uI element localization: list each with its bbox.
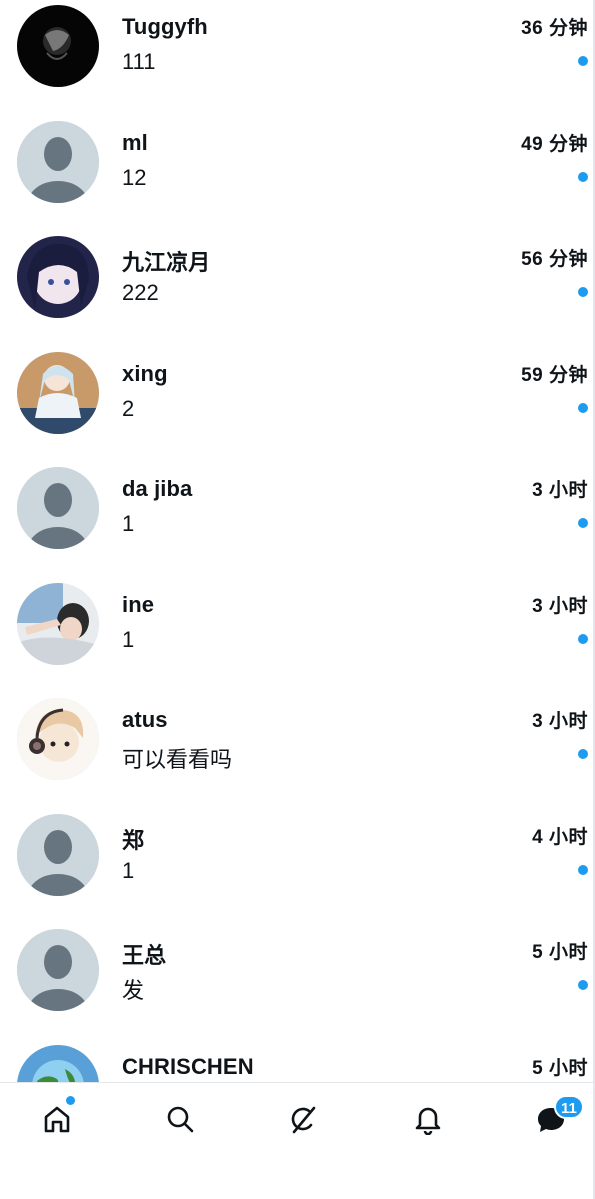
messages-screen: Tuggyfh 111 36 分钟 ml 12 49 分钟 九江凉月 222 56 分钟 xing… — [0, 0, 595, 1199]
conversation-item[interactable]: ine 1 3 小时 — [0, 578, 593, 693]
conversation-item[interactable]: CHRISCHEN 5 小时 — [0, 1040, 593, 1082]
tab-grok[interactable] — [281, 1097, 325, 1141]
unread-dot — [578, 287, 588, 297]
unread-dot — [578, 980, 588, 990]
conversation-item[interactable]: 王总发 5 小时 — [0, 924, 593, 1039]
conversation-name: atus — [122, 707, 168, 732]
timestamp: 3 小时 — [532, 595, 588, 617]
timestamp: 5 小时 — [532, 1057, 588, 1079]
timestamp: 3 小时 — [532, 711, 588, 732]
avatar[interactable] — [17, 467, 99, 549]
timestamp: 49 分钟 — [521, 133, 588, 155]
unread-dot — [578, 171, 588, 182]
conversation-name: ine — [122, 591, 155, 617]
message-preview: 222 — [122, 280, 159, 305]
conversation-item[interactable]: atus 可以看看吗 3 小时 — [0, 693, 593, 808]
avatar[interactable] — [17, 698, 99, 780]
tab-notifications[interactable] — [406, 1097, 450, 1141]
avatar[interactable] — [17, 929, 99, 1011]
bottom-tab-bar: 11 — [0, 1082, 593, 1199]
message-preview: 1 — [122, 857, 135, 883]
unread-dot — [578, 749, 588, 759]
conversation-item[interactable]: da jiba 1 3 小时 — [0, 462, 593, 577]
home-unread-dot — [66, 1096, 75, 1105]
tab-search[interactable] — [158, 1097, 202, 1141]
conversation-name: ml — [122, 129, 148, 155]
message-preview: 发 — [122, 978, 145, 1003]
grok-icon — [291, 1106, 316, 1134]
timestamp: 4 小时 — [532, 826, 588, 848]
timestamp: 36 分钟 — [521, 18, 588, 39]
conversation-list[interactable]: Tuggyfh 111 36 分钟 ml 12 49 分钟 九江凉月 222 56 分钟 xing… — [0, 0, 593, 1082]
conversation-item[interactable]: xing 2 59 分钟 — [0, 347, 593, 462]
search-icon — [167, 1106, 194, 1133]
timestamp: 59 分钟 — [521, 364, 588, 386]
home-icon — [44, 1106, 70, 1133]
unread-dot — [578, 402, 588, 413]
avatar[interactable] — [17, 582, 99, 665]
unread-dot — [578, 864, 588, 875]
conversation-item[interactable]: Tuggyfh 111 36 分钟 — [0, 0, 593, 115]
unread-dot — [578, 633, 588, 644]
message-preview: 1 — [122, 511, 135, 536]
unread-dot — [578, 518, 588, 528]
messages-badge: 11 — [554, 1095, 584, 1119]
message-preview: 2 — [122, 395, 135, 421]
conversation-name: 王总 — [122, 943, 167, 968]
avatar[interactable] — [17, 1044, 99, 1082]
timestamp: 5 小时 — [532, 942, 588, 963]
avatar[interactable] — [17, 236, 99, 318]
conversation-item[interactable]: ml 12 49 分钟 — [0, 116, 593, 231]
message-preview: 可以看看吗 — [122, 747, 233, 772]
avatar[interactable] — [17, 5, 99, 87]
message-preview: 111 — [122, 49, 156, 74]
conversation-name: 郑 — [122, 827, 145, 853]
timestamp: 56 分钟 — [521, 249, 588, 270]
conversation-name: 九江凉月 — [122, 250, 211, 275]
message-preview: 12 — [122, 164, 147, 190]
avatar[interactable] — [17, 351, 99, 434]
conversation-name: xing — [122, 360, 168, 386]
conversation-name: Tuggyfh — [122, 14, 208, 39]
bell-icon — [415, 1107, 441, 1135]
avatar[interactable] — [17, 813, 99, 896]
conversation-item[interactable]: 郑 1 4 小时 — [0, 809, 593, 924]
avatar[interactable] — [17, 120, 99, 203]
conversation-name: CHRISCHEN — [122, 1053, 254, 1079]
timestamp: 3 小时 — [532, 480, 588, 501]
message-preview: 1 — [122, 626, 135, 652]
conversation-name: da jiba — [122, 476, 193, 501]
conversation-item[interactable]: 九江凉月 222 56 分钟 — [0, 231, 593, 346]
unread-dot — [578, 56, 588, 66]
